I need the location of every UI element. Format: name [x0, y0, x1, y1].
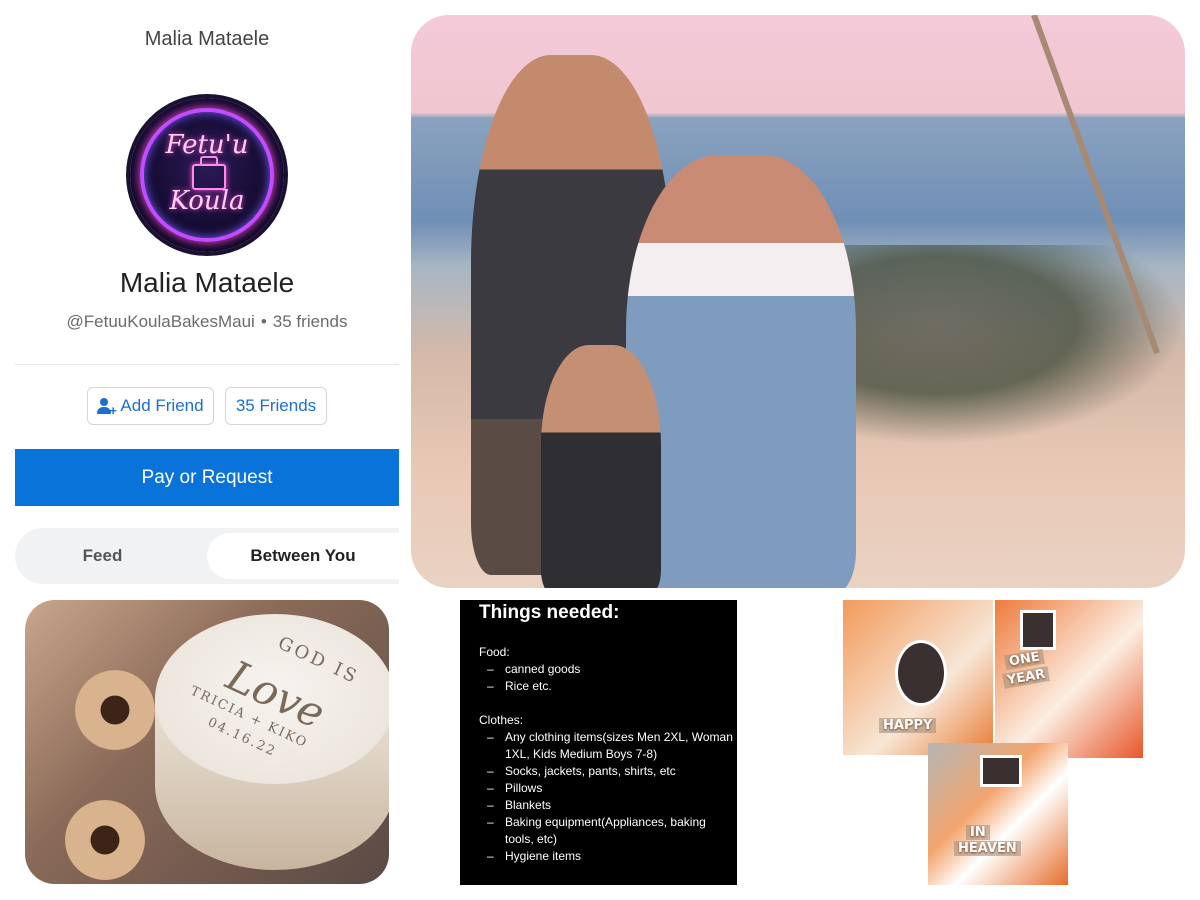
list-item: Rice etc.	[487, 678, 734, 695]
needs-body: Food: canned goods Rice etc. Clothes: An…	[479, 644, 734, 865]
cake-photo-happy: HAPPY	[843, 600, 993, 755]
list-item: Socks, jackets, pants, shirts, etc	[487, 763, 734, 780]
food-list: canned goods Rice etc.	[479, 661, 734, 695]
cake-photo-in-heaven: IN HEAVEN	[928, 743, 1068, 885]
tab-feed[interactable]: Feed	[15, 528, 190, 584]
family-beach-photo	[411, 15, 1185, 588]
needs-title: Things needed:	[479, 602, 620, 623]
profile-panel: Malia Mataele Fetu'u Koula Malia Mataele…	[15, 0, 399, 590]
cake-label-heaven: HEAVEN	[954, 841, 1021, 856]
add-friend-label: Add Friend	[120, 396, 204, 415]
header-title: Malia Mataele	[144, 28, 270, 50]
add-friend-button[interactable]: + Add Friend	[87, 387, 214, 425]
add-person-icon: +	[97, 397, 117, 417]
portrait	[980, 755, 1022, 787]
profile-name: Malia Mataele	[119, 267, 295, 298]
cupcake	[65, 800, 145, 880]
list-item: Hygiene items	[487, 848, 734, 865]
pay-or-request-button[interactable]: Pay or Request	[15, 449, 399, 506]
friends-count[interactable]: 35 friends	[273, 312, 348, 331]
child-figure	[541, 345, 661, 588]
list-item: Any clothing items(sizes Men 2XL, Woman …	[487, 729, 734, 763]
portrait	[895, 640, 947, 706]
list-item: Pillows	[487, 780, 734, 797]
profile-tabs: Feed Between You	[15, 528, 399, 584]
clothes-heading: Clothes:	[479, 713, 524, 727]
tab-between-you[interactable]: Between You	[207, 533, 399, 579]
food-heading: Food:	[479, 645, 510, 659]
cake-label-happy: HAPPY	[879, 718, 937, 733]
divider	[15, 364, 399, 365]
clothes-list: Any clothing items(sizes Men 2XL, Woman …	[479, 729, 734, 865]
cake-label-in: IN	[966, 825, 990, 840]
list-item: Baking equipment(Appliances, baking tool…	[487, 814, 734, 848]
avatar[interactable]: Fetu'u Koula	[130, 98, 284, 252]
portrait	[1020, 610, 1056, 650]
avatar-logo-text-bottom: Koula	[169, 186, 245, 216]
wedding-cake-photo: GOD IS Love TRICIA + KIKO 04.16.22	[25, 600, 389, 884]
things-needed-card: Things needed: Food: canned goods Rice e…	[460, 600, 737, 885]
pay-or-request-label: Pay or Request	[141, 466, 273, 488]
list-item: Blankets	[487, 797, 734, 814]
memorial-cakes-collage: HAPPY ONE YEAR IN HEAVEN	[843, 600, 1143, 885]
friends-button[interactable]: 35 Friends	[225, 387, 327, 425]
profile-handle-line: @FetuuKoulaBakesMaui • 35 friends	[15, 312, 399, 332]
separator-dot: •	[260, 312, 267, 331]
cupcake	[75, 670, 155, 750]
friends-button-label: 35 Friends	[235, 396, 317, 415]
profile-handle: @FetuuKoulaBakesMaui	[66, 312, 255, 331]
list-item: canned goods	[487, 661, 734, 678]
